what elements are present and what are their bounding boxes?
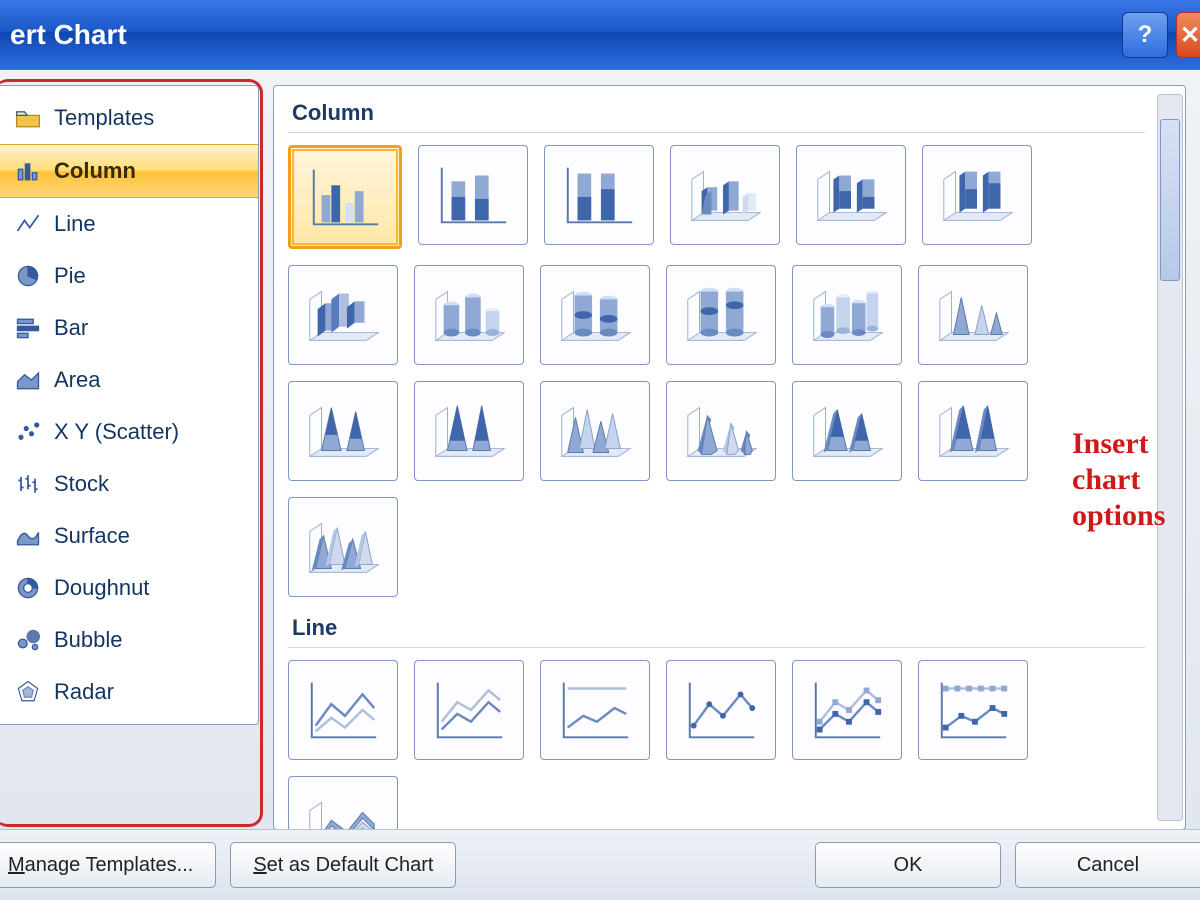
chart-subtype-thumb[interactable] (922, 145, 1032, 245)
chart-subtype-thumb[interactable] (418, 145, 528, 245)
sidebar-item-surface[interactable]: Surface (0, 510, 258, 562)
sidebar-item-templates[interactable]: Templates (0, 92, 258, 144)
chart-subtype-thumb[interactable] (792, 660, 902, 760)
chart-subtype-thumb[interactable] (792, 265, 902, 365)
sidebar-item-doughnut[interactable]: Doughnut (0, 562, 258, 614)
dialog-footer: Manage Templates... Set as Default Chart… (0, 829, 1200, 900)
button-label: Cancel (1077, 854, 1139, 877)
chart-subtype-thumb[interactable] (918, 381, 1028, 481)
sidebar-item-label: Pie (54, 263, 86, 289)
folder-icon (14, 104, 42, 132)
sidebar-item-label: Bubble (54, 627, 123, 653)
sidebar-item-stock[interactable]: Stock (0, 458, 258, 510)
button-label: Set as Default Chart (253, 854, 433, 877)
sidebar-item-bar[interactable]: Bar (0, 302, 258, 354)
chart-subtype-thumb[interactable] (288, 265, 398, 365)
button-label: OK (894, 854, 923, 877)
chart-subtype-thumb[interactable] (918, 660, 1028, 760)
sidebar-item-label: Radar (54, 679, 114, 705)
help-button[interactable]: ? (1122, 12, 1168, 58)
sidebar-item-label: Stock (54, 471, 109, 497)
dialog-title: ert Chart (10, 19, 1114, 51)
chart-subtype-thumb[interactable] (414, 381, 524, 481)
chart-subtype-gallery: Insert chart options ColumnLinePie (273, 85, 1186, 830)
dialog-body: Templates Column Line Pie Bar Area X Y (… (0, 70, 1200, 830)
sidebar-item-pie[interactable]: Pie (0, 250, 258, 302)
chart-subtype-thumb[interactable] (792, 381, 902, 481)
ok-button[interactable]: OK (815, 842, 1001, 888)
chart-subtype-thumb[interactable] (288, 145, 402, 249)
chart-subtype-thumb[interactable] (288, 497, 398, 597)
chart-subtype-thumb[interactable] (414, 660, 524, 760)
sidebar-item-label: Area (54, 367, 100, 393)
gallery-scrollbar[interactable] (1157, 94, 1183, 821)
chart-subtype-thumb[interactable] (544, 145, 654, 245)
radar-chart-icon (14, 678, 42, 706)
sidebar-item-label: Column (54, 158, 136, 184)
bar-chart-icon (14, 314, 42, 342)
scatter-chart-icon (14, 418, 42, 446)
sidebar-item-label: Surface (54, 523, 130, 549)
gallery-section-column (288, 133, 1175, 609)
button-label: Manage Templates... (8, 854, 193, 877)
pie-chart-icon (14, 262, 42, 290)
chart-subtype-thumb[interactable] (666, 381, 776, 481)
chart-subtype-thumb[interactable] (670, 145, 780, 245)
stock-chart-icon (14, 470, 42, 498)
gallery-section-line (288, 648, 1175, 830)
area-chart-icon (14, 366, 42, 394)
dialog-titlebar: ert Chart ? ✕ (0, 0, 1200, 71)
bubble-chart-icon (14, 626, 42, 654)
sidebar-item-label: Bar (54, 315, 88, 341)
chart-subtype-thumb[interactable] (414, 265, 524, 365)
close-button[interactable]: ✕ (1176, 12, 1200, 58)
chart-subtype-thumb[interactable] (540, 381, 650, 481)
chart-subtype-thumb[interactable] (796, 145, 906, 245)
set-default-chart-button[interactable]: Set as Default Chart (230, 842, 456, 888)
sidebar-item-label: Line (54, 211, 96, 237)
gallery-section-heading-column: Column (288, 94, 1145, 133)
chart-subtype-thumb[interactable] (540, 660, 650, 760)
close-icon: ✕ (1180, 21, 1200, 50)
gallery-section-heading-line: Line (288, 609, 1145, 648)
sidebar-item-radar[interactable]: Radar (0, 666, 258, 718)
chart-subtype-thumb[interactable] (288, 776, 398, 830)
chart-subtype-thumb[interactable] (540, 265, 650, 365)
sidebar-item-x-y-scatter-[interactable]: X Y (Scatter) (0, 406, 258, 458)
doughnut-chart-icon (14, 574, 42, 602)
sidebar-item-label: Templates (54, 105, 154, 131)
sidebar-item-label: X Y (Scatter) (54, 419, 179, 445)
sidebar-item-label: Doughnut (54, 575, 149, 601)
chart-subtype-thumb[interactable] (288, 381, 398, 481)
sidebar-item-column[interactable]: Column (0, 144, 258, 198)
column-chart-icon (14, 157, 42, 185)
chart-category-sidebar: Templates Column Line Pie Bar Area X Y (… (0, 85, 259, 725)
manage-templates-button[interactable]: Manage Templates... (0, 842, 216, 888)
cancel-button[interactable]: Cancel (1015, 842, 1200, 888)
help-icon: ? (1138, 21, 1153, 49)
chart-subtype-thumb[interactable] (918, 265, 1028, 365)
sidebar-item-bubble[interactable]: Bubble (0, 614, 258, 666)
surface-chart-icon (14, 522, 42, 550)
sidebar-item-area[interactable]: Area (0, 354, 258, 406)
line-chart-icon (14, 210, 42, 238)
chart-subtype-thumb[interactable] (666, 660, 776, 760)
sidebar-item-line[interactable]: Line (0, 198, 258, 250)
chart-subtype-thumb[interactable] (666, 265, 776, 365)
chart-subtype-thumb[interactable] (288, 660, 398, 760)
scrollbar-thumb[interactable] (1160, 119, 1180, 281)
